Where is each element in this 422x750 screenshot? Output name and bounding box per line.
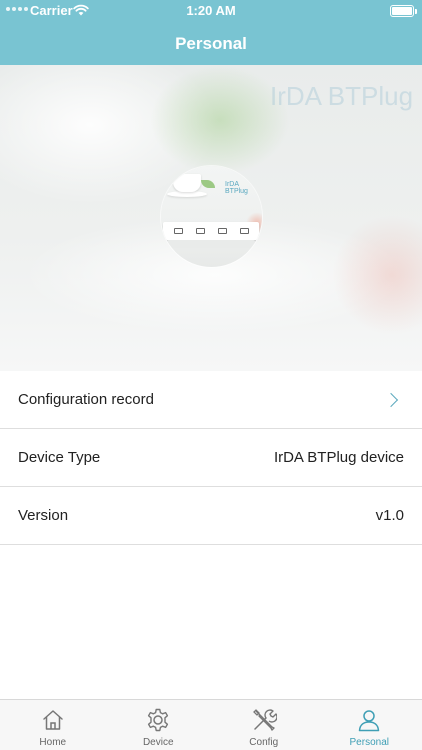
tools-icon [252, 709, 277, 731]
tab-bar: Home Device Config Personal [0, 699, 422, 750]
page-title: Personal [175, 34, 247, 53]
tab-label: Device [142, 737, 174, 748]
logo-label: IrDA BTPlug [225, 181, 248, 195]
tab-personal[interactable]: Personal [317, 700, 422, 750]
header-bar: Carrier 1:20 AM Personal [0, 0, 422, 65]
personal-list: Configuration record Device Type IrDA BT… [0, 371, 422, 545]
home-icon [43, 710, 63, 730]
tab-home[interactable]: Home [0, 700, 106, 750]
tab-label: Home [39, 737, 67, 748]
row-label: Device Type [18, 449, 101, 466]
tab-device[interactable]: Device [106, 700, 212, 750]
status-bar: Carrier 1:20 AM [0, 0, 422, 22]
battery-icon [390, 5, 417, 17]
row-label: Configuration record [18, 391, 154, 408]
row-value: v1.0 [375, 507, 404, 524]
chevron-right-icon [383, 392, 399, 407]
tab-config[interactable]: Config [211, 700, 317, 750]
hero-banner: IrDA BTPlug IrDA BTPlug [0, 65, 422, 371]
device-logo: IrDA BTPlug [161, 166, 262, 267]
row-label: Version [18, 507, 69, 524]
hero-watermark: IrDA BTPlug [270, 81, 414, 111]
person-icon [359, 710, 380, 732]
version-row: Version v1.0 [0, 487, 422, 545]
configuration-record-row[interactable]: Configuration record [0, 371, 422, 429]
tab-label: Personal [349, 737, 389, 748]
device-type-row: Device Type IrDA BTPlug device [0, 429, 422, 487]
status-time: 1:20 AM [186, 3, 236, 18]
gear-icon [148, 708, 169, 732]
tab-label: Config [249, 737, 279, 748]
row-value: IrDA BTPlug device [273, 449, 404, 466]
